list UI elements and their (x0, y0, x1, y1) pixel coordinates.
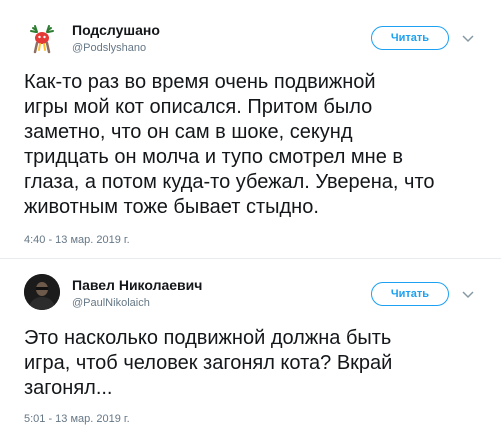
person-photo-avatar[interactable] (24, 274, 60, 310)
author-name[interactable]: Павел Николаевич (72, 277, 202, 293)
tweet-text: Это насколько подвижной должна быть игра… (24, 327, 393, 399)
author-name[interactable]: Подслушано (72, 22, 160, 38)
chevron-down-icon[interactable] (461, 32, 475, 46)
chevron-down-icon[interactable] (461, 288, 475, 302)
author-handle[interactable]: @Podslyshano (72, 42, 146, 54)
tweet-timestamp[interactable]: 5:01 - 13 мар. 2019 г. (24, 413, 130, 425)
tweet-card: Павел Николаевич @PaulNikolaich Читать Э… (0, 260, 501, 446)
tweet-card: Подслушано @Podslyshano Читать Как-то ра… (0, 0, 501, 259)
author-handle[interactable]: @PaulNikolaich (72, 297, 150, 309)
reindeer-avatar-icon[interactable] (24, 20, 60, 56)
tweet-timestamp[interactable]: 4:40 - 13 мар. 2019 г. (24, 234, 130, 246)
follow-button[interactable]: Читать (371, 282, 449, 306)
tweet-text: Как-то раз во время очень подвижной игры… (24, 71, 435, 218)
tweet-divider (0, 258, 501, 259)
follow-button[interactable]: Читать (371, 26, 449, 50)
